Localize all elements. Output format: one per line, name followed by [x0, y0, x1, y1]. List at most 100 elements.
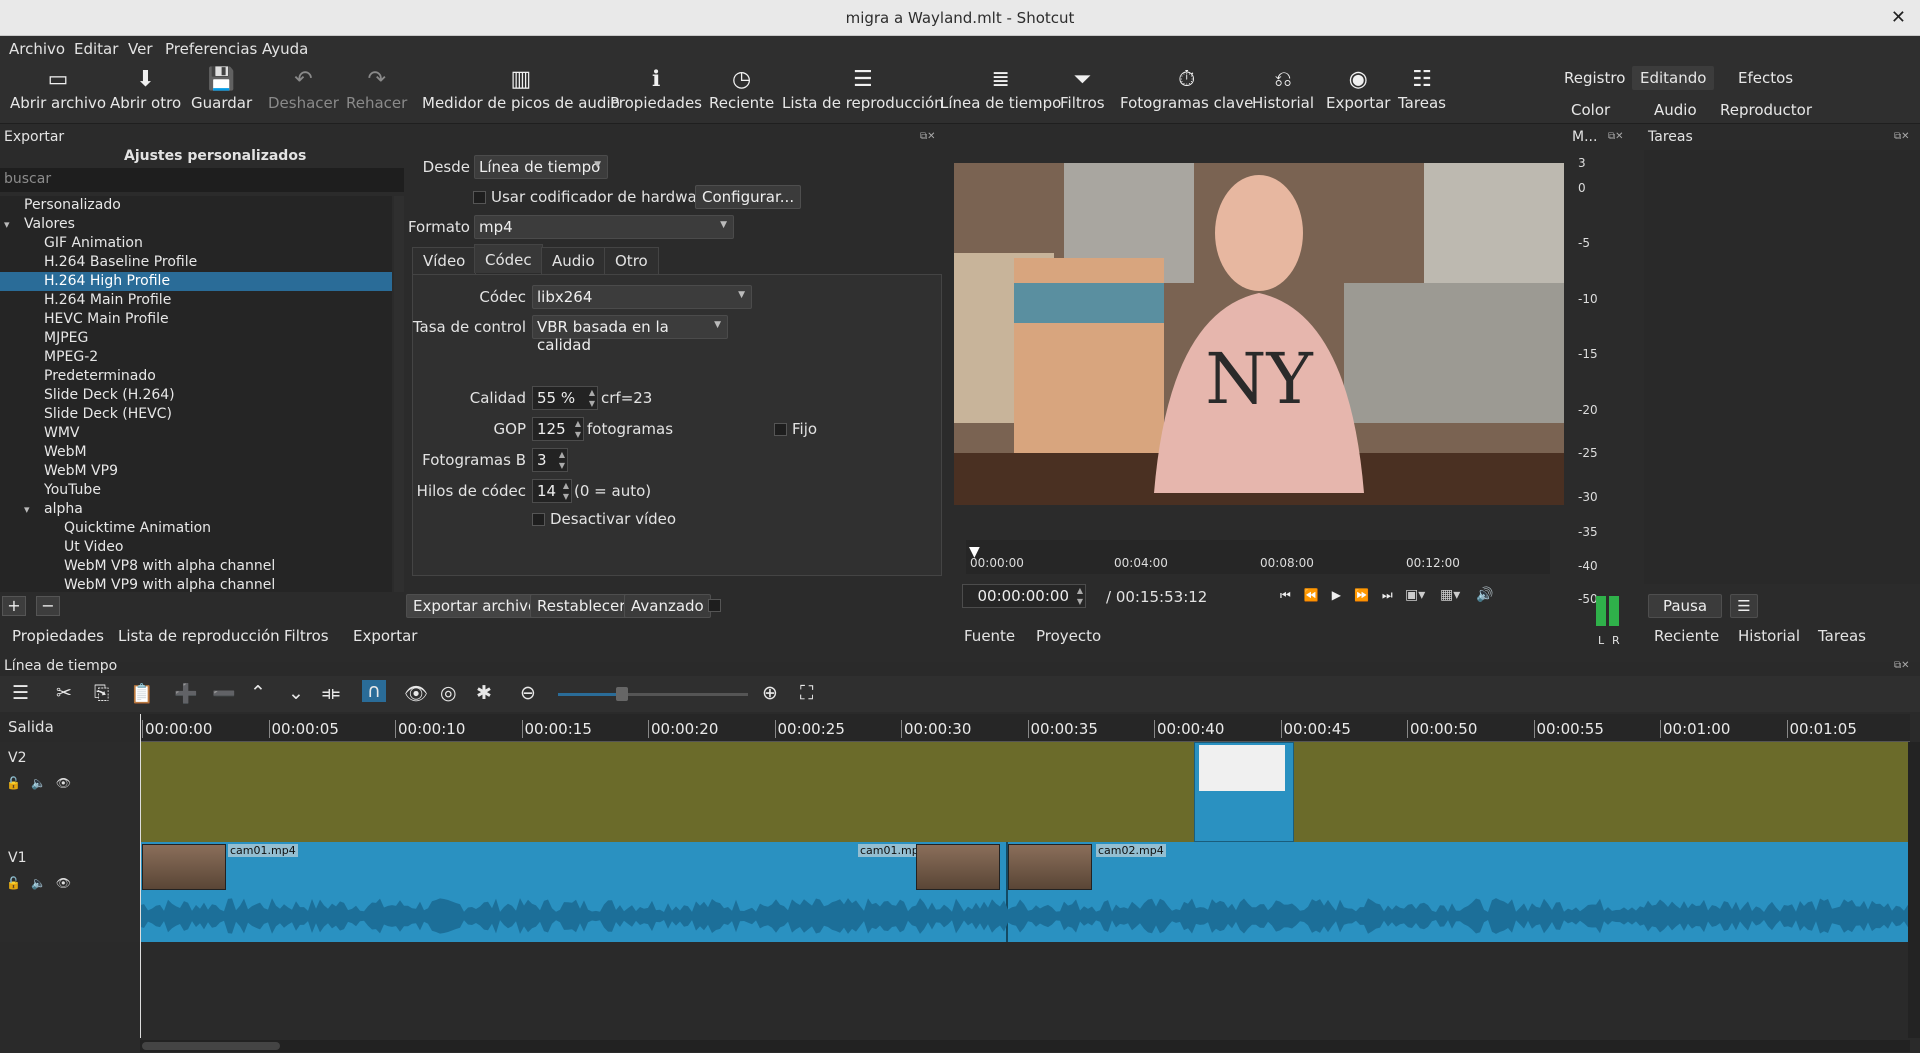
bframes-spinbox[interactable]: 3 ▲ ▼	[532, 448, 568, 472]
timeline-button[interactable]: ≣ Línea de tiempo	[940, 66, 1061, 112]
preset-tree-item[interactable]: Predeterminado	[0, 367, 392, 386]
preset-tree-item[interactable]: WebM	[0, 443, 392, 462]
tab-exportar[interactable]: Exportar	[345, 624, 425, 648]
open-file-button[interactable]: ▭ Abrir archivo	[10, 66, 106, 112]
filters-button[interactable]: ⏷ Filtros	[1060, 66, 1105, 112]
tab-video[interactable]: Vídeo	[412, 247, 477, 274]
layout-editando[interactable]: Editando	[1632, 66, 1715, 90]
codec-threads-spinbox[interactable]: 14 ▲ ▼	[532, 479, 572, 503]
track-v2-controls[interactable]: 🔓🔈👁	[6, 776, 81, 790]
timeline-vscrollbar[interactable]	[1908, 742, 1920, 1038]
advanced-toggle-checkbox[interactable]	[708, 599, 721, 612]
menu-editar[interactable]: Editar	[74, 40, 118, 58]
gop-spinbox[interactable]: 125 ▲ ▼	[532, 417, 584, 441]
codec-select[interactable]: libx264 ▼	[532, 285, 752, 309]
preset-tree-item[interactable]: Ut Video	[0, 538, 392, 557]
gop-fixed-checkbox[interactable]	[774, 423, 787, 436]
split-icon[interactable]: ⟚	[322, 682, 340, 704]
grid-icon[interactable]: ▦▾	[1440, 587, 1460, 603]
zoom-icon[interactable]: ▣▾	[1405, 587, 1425, 603]
overwrite-icon[interactable]: ⌄	[288, 682, 304, 704]
layout-reproductor[interactable]: Reproductor	[1712, 98, 1820, 122]
preset-tree-item[interactable]: GIF Animation	[0, 234, 392, 253]
preset-tree-item[interactable]: Personalizado	[0, 196, 392, 215]
reset-button[interactable]: Restablecer	[530, 594, 633, 618]
zoom-slider-handle[interactable]	[616, 687, 628, 701]
dock-float-close-icon[interactable]: ⧉✕	[1608, 131, 1624, 142]
quality-spinbox[interactable]: 55 % ▲ ▼	[532, 386, 598, 410]
track-v1[interactable]: cam01.mp4 cam01.mp4 cam02.mp4	[140, 842, 1910, 942]
zoom-out-icon[interactable]: ⊖	[520, 682, 536, 704]
format-select[interactable]: mp4 ▼	[474, 215, 734, 239]
export-file-button[interactable]: Exportar archivo	[406, 594, 545, 618]
tab-audio[interactable]: Audio	[541, 247, 606, 274]
timeline-hscroll-thumb[interactable]	[142, 1042, 280, 1050]
zoom-in-icon[interactable]: ⊕	[762, 682, 778, 704]
ripple-all-icon[interactable]: ✱	[476, 682, 492, 704]
save-button[interactable]: 💾 Guardar	[191, 66, 252, 112]
zoom-slider[interactable]	[558, 693, 748, 696]
tab-codec[interactable]: Códec	[474, 244, 543, 273]
advanced-button[interactable]: Avanzado	[624, 594, 711, 618]
undo-button[interactable]: ↶ Deshacer	[268, 66, 339, 112]
dock-float-close-icon[interactable]: ⧉✕	[920, 131, 936, 142]
preset-tree-scrollbar[interactable]	[394, 196, 404, 592]
tab-lista-reproduccion[interactable]: Lista de reproducción	[110, 624, 288, 648]
tab-tareas[interactable]: Tareas	[1810, 624, 1874, 648]
open-other-button[interactable]: ⬇ Abrir otro	[110, 66, 181, 112]
jobs-button[interactable]: ☷ Tareas	[1398, 66, 1446, 112]
timeline-menu-icon[interactable]: ☰	[12, 682, 29, 704]
zoom-fit-icon[interactable]: ⛶	[800, 682, 813, 704]
layout-efectos[interactable]: Efectos	[1730, 66, 1801, 90]
tab-historial[interactable]: Historial	[1730, 624, 1808, 648]
tab-proyecto[interactable]: Proyecto	[1028, 624, 1109, 648]
recent-button[interactable]: ◷ Reciente	[709, 66, 774, 112]
jobs-menu-icon[interactable]: ☰	[1730, 594, 1758, 618]
tab-reciente[interactable]: Reciente	[1646, 624, 1727, 648]
tab-filtros[interactable]: Filtros	[276, 624, 337, 648]
preset-tree-item[interactable]: WebM VP9	[0, 462, 392, 481]
preset-tree[interactable]: Personalizado ▾ Valores GIF Animation H.264 …	[0, 196, 392, 592]
layout-audio[interactable]: Audio	[1646, 98, 1705, 122]
menu-ayuda[interactable]: Ayuda	[262, 40, 308, 58]
lift-icon[interactable]: ⌃	[250, 682, 266, 704]
keyframes-button[interactable]: ⏱ Fotogramas clave	[1120, 66, 1253, 112]
preset-search-input[interactable]: buscar	[0, 168, 404, 192]
preset-tree-item[interactable]: ▾ alpha	[0, 500, 392, 519]
tree-expand-arrow-icon[interactable]: ▾	[4, 215, 10, 234]
menu-archivo[interactable]: Archivo	[9, 40, 65, 58]
preset-tree-item[interactable]: MJPEG	[0, 329, 392, 348]
volume-icon[interactable]: 🔊	[1476, 587, 1493, 603]
preset-tree-item[interactable]: H.264 Baseline Profile	[0, 253, 392, 272]
track-v2[interactable]	[140, 742, 1910, 842]
configure-button[interactable]: Configurar...	[695, 185, 802, 209]
track-v1-controls[interactable]: 🔓🔈👁	[6, 876, 81, 890]
export-button[interactable]: ◉ Exportar	[1326, 66, 1390, 112]
remove-preset-button[interactable]: −	[36, 596, 60, 616]
history-button[interactable]: ⎌ Historial	[1252, 66, 1314, 112]
preset-tree-item[interactable]: H.264 High Profile	[0, 272, 392, 291]
tree-expand-arrow-icon[interactable]: ▾	[24, 500, 30, 519]
preset-tree-item[interactable]: Slide Deck (HEVC)	[0, 405, 392, 424]
video-preview[interactable]: NY	[954, 163, 1564, 505]
player-scrubber[interactable]	[966, 540, 1550, 574]
audio-meter-button[interactable]: ▥ Medidor de picos de audio	[422, 66, 620, 112]
redo-button[interactable]: ↷ Rehacer	[346, 66, 407, 112]
preset-tree-item[interactable]: Slide Deck (H.264)	[0, 386, 392, 405]
preset-tree-item[interactable]: WMV	[0, 424, 392, 443]
layout-color[interactable]: Color	[1563, 98, 1618, 122]
timeline-playhead[interactable]	[140, 714, 141, 1038]
desde-select[interactable]: Línea de tiempo ▼	[474, 155, 608, 179]
ripple-delete-icon[interactable]: ➖	[212, 682, 236, 705]
v2-image-clip[interactable]	[1194, 742, 1294, 842]
transport-controls[interactable]: ⏮⏪▶⏩⏭	[1280, 588, 1406, 603]
preset-tree-item[interactable]: ▾ Valores	[0, 215, 392, 234]
append-icon[interactable]: ➕	[174, 682, 198, 705]
layout-registro[interactable]: Registro	[1556, 66, 1633, 90]
preset-tree-item[interactable]: H.264 Main Profile	[0, 291, 392, 310]
scrub-icon[interactable]: 👁	[404, 682, 428, 705]
disable-video-checkbox[interactable]	[532, 513, 545, 526]
jobs-list[interactable]	[1644, 150, 1920, 584]
copy-icon[interactable]: ⎘	[94, 682, 109, 704]
pause-jobs-button[interactable]: Pausa	[1648, 594, 1722, 618]
